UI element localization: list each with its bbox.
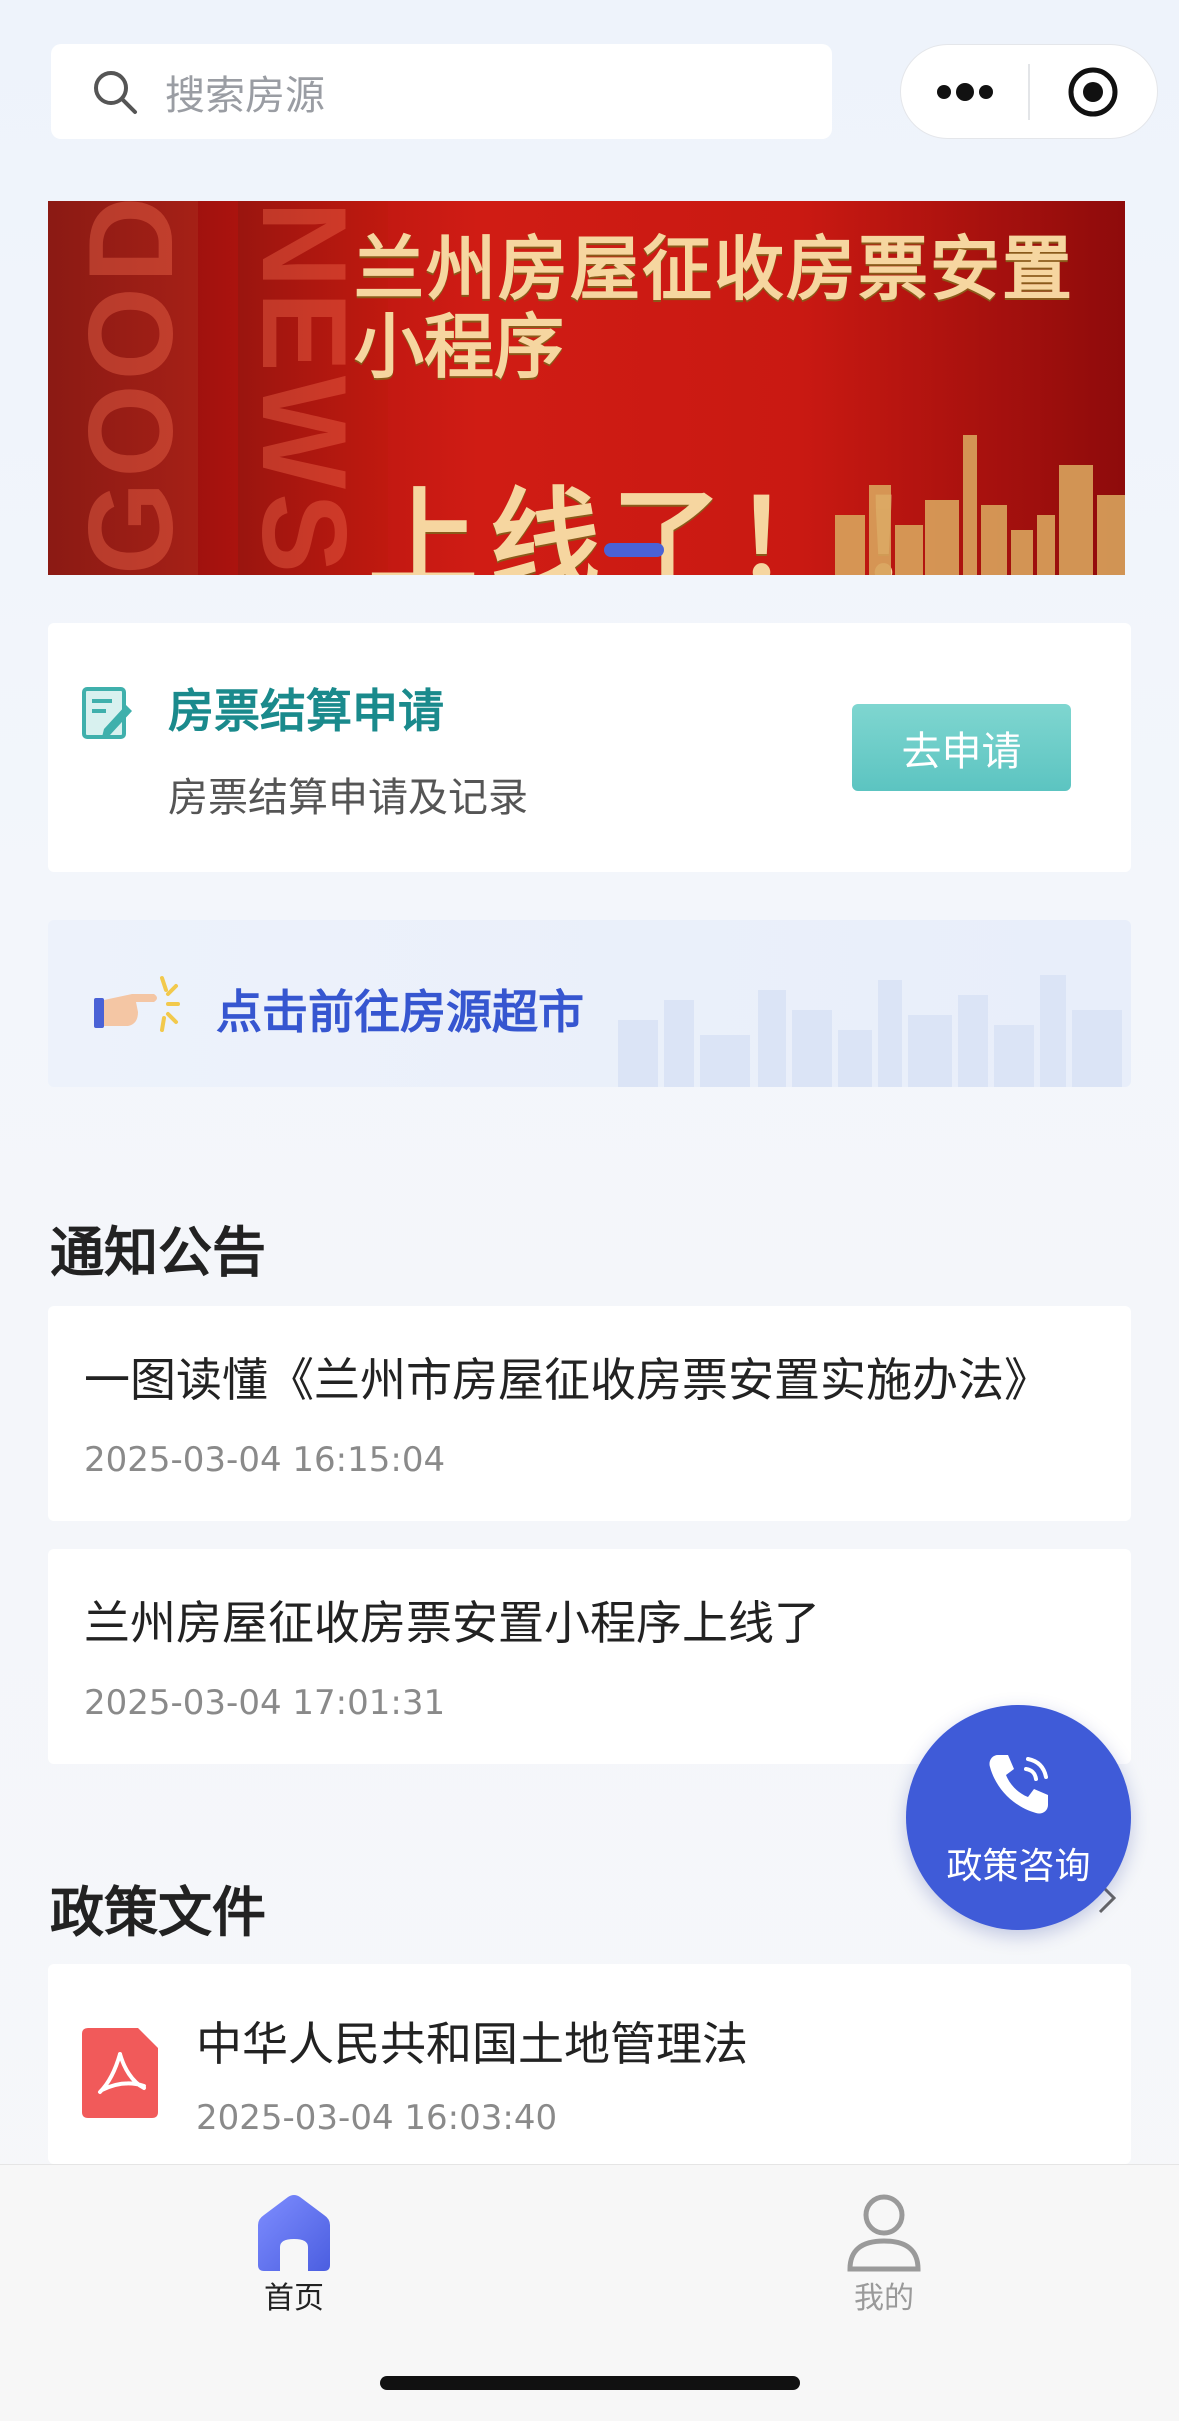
search-icon [94, 70, 137, 114]
apply-button[interactable]: 去申请 [852, 704, 1071, 791]
phone-icon [989, 1755, 1048, 1814]
banner-headline-2: 小程序 [354, 306, 564, 388]
edit-icon [82, 687, 132, 739]
close-button[interactable] [1030, 44, 1157, 139]
more-dots-icon [936, 82, 993, 101]
notice-title: 兰州房屋征收房票安置小程序上线了 [84, 1596, 820, 1650]
policies-heading: 政策文件 [50, 1881, 266, 1944]
notice-time: 2025-03-04 17:01:31 [84, 1683, 446, 1723]
more-button[interactable] [901, 44, 1028, 139]
home-indicator [380, 2376, 800, 2390]
promo-banner[interactable]: GOOD NEWS 兰州房屋征收房票安置 小程序 上线了！！ [48, 201, 1125, 575]
home-icon [258, 2195, 330, 2271]
notice-title: 一图读懂《兰州市房屋征收房票安置实施办法》 [84, 1353, 1050, 1407]
banner-city-illustration [835, 435, 1125, 575]
tab-mine[interactable]: 我的 [784, 2179, 984, 2319]
policy-consult-button[interactable]: 政策咨询 [906, 1705, 1131, 1930]
notice-item[interactable]: 一图读懂《兰州市房屋征收房票安置实施办法》 2025-03-04 16:15:0… [48, 1306, 1131, 1521]
search-bar[interactable]: 搜索房源 [51, 44, 832, 139]
tab-home-label: 首页 [264, 2281, 324, 2316]
policy-item[interactable]: 中华人民共和国土地管理法 2025-03-04 16:03:40 [48, 1964, 1131, 2164]
search-placeholder: 搜索房源 [165, 72, 325, 119]
consult-label: 政策咨询 [946, 1846, 1091, 1887]
target-icon [1068, 67, 1118, 116]
tab-home[interactable]: 首页 [194, 2179, 394, 2319]
policy-title: 中华人民共和国土地管理法 [196, 2017, 748, 2071]
pointing-hand-icon [94, 976, 180, 1032]
notice-time: 2025-03-04 16:15:04 [84, 1440, 446, 1480]
housing-market-link[interactable]: 点击前往房源超市 [48, 920, 1131, 1087]
banner-deco-good: GOOD [64, 201, 198, 575]
settlement-card: 房票结算申请 房票结算申请及记录 去申请 [48, 623, 1131, 872]
market-label: 点击前往房源超市 [216, 985, 584, 1039]
notices-heading: 通知公告 [50, 1221, 266, 1284]
pdf-icon [82, 2028, 158, 2118]
settlement-subtitle: 房票结算申请及记录 [168, 775, 528, 821]
skyline-decoration [618, 975, 1122, 1087]
miniprogram-capsule [900, 44, 1158, 139]
settlement-title: 房票结算申请 [168, 684, 444, 738]
policy-time: 2025-03-04 16:03:40 [196, 2098, 558, 2138]
tab-mine-label: 我的 [854, 2281, 914, 2316]
banner-indicator [604, 543, 664, 557]
user-icon [847, 2194, 921, 2272]
